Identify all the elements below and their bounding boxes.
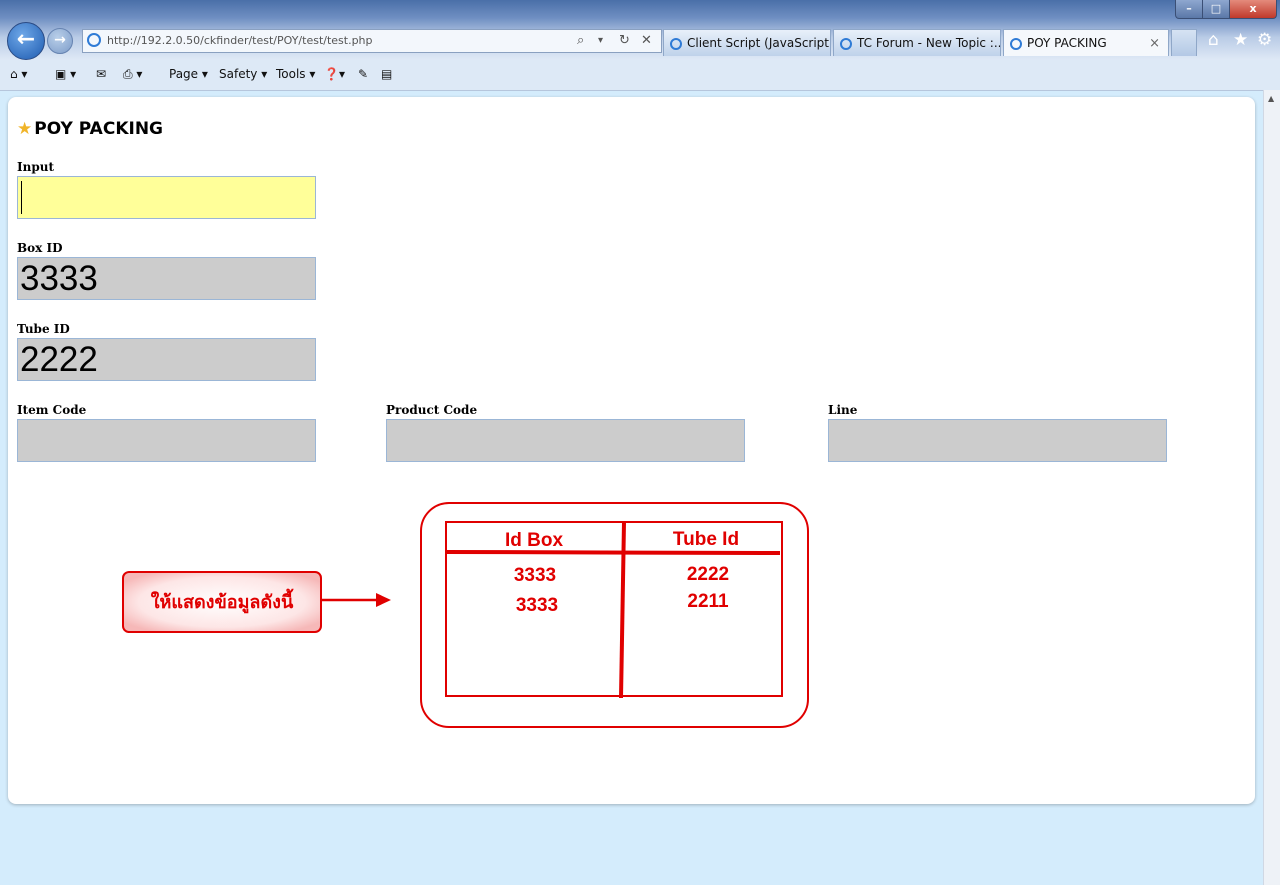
- tab-client-script[interactable]: Client Script (JavaScript, ...: [663, 29, 831, 56]
- ie-favicon-icon: [1010, 38, 1022, 50]
- vertical-scrollbar[interactable]: ▲: [1263, 90, 1280, 885]
- address-bar[interactable]: http://192.2.0.50/ckfinder/test/POY/test…: [82, 29, 662, 53]
- line-field[interactable]: [828, 419, 1167, 462]
- tube-id-label: Tube ID: [17, 322, 70, 336]
- research-icon[interactable]: ✎: [358, 67, 368, 81]
- tab-tc-forum[interactable]: TC Forum - New Topic :...: [833, 29, 1001, 56]
- product-code-field[interactable]: [386, 419, 745, 462]
- tab-label: TC Forum - New Topic :...: [857, 36, 1001, 50]
- product-code-label: Product Code: [386, 403, 478, 417]
- scroll-up-arrow-icon[interactable]: ▲: [1268, 94, 1274, 103]
- tab-label: Client Script (JavaScript, ...: [687, 36, 831, 50]
- page-title: ★ POY PACKING: [17, 119, 163, 139]
- home-menu-icon[interactable]: ⌂ ▾: [10, 67, 27, 81]
- forward-button[interactable]: →: [47, 28, 73, 54]
- command-bar: ⌂ ▾ ▣ ▾ ✉ ⎙ ▾ Page ▾ Safety ▾ Tools ▾ ❓▾…: [0, 60, 1280, 91]
- close-window-button[interactable]: x: [1229, 0, 1277, 19]
- box-id-label: Box ID: [17, 241, 63, 255]
- ie-favicon-icon: [840, 38, 852, 50]
- minimize-button[interactable]: –: [1175, 0, 1203, 19]
- input-field[interactable]: [17, 176, 316, 219]
- refresh-icon[interactable]: ↻: [619, 30, 630, 52]
- star-icon: ★: [17, 119, 33, 139]
- line-label: Line: [828, 403, 858, 417]
- browser-titlebar: – □ x ← → http://192.2.0.50/ckfinder/tes…: [0, 0, 1280, 60]
- favorites-star-icon[interactable]: ★: [1233, 30, 1248, 50]
- gear-icon[interactable]: ⚙: [1257, 30, 1272, 50]
- back-button[interactable]: ←: [7, 22, 45, 60]
- home-icon[interactable]: ⌂: [1208, 30, 1219, 50]
- search-icon[interactable]: ⌕: [577, 30, 584, 52]
- item-code-field[interactable]: [17, 419, 316, 462]
- maximize-button[interactable]: □: [1202, 0, 1230, 19]
- print-menu-icon[interactable]: ⎙ ▾: [123, 67, 142, 82]
- input-label: Input: [17, 160, 54, 174]
- page-title-text: POY PACKING: [34, 119, 163, 139]
- address-dropdown-icon[interactable]: ▾: [598, 30, 603, 52]
- tube-id-field[interactable]: 2222: [17, 338, 316, 381]
- mail-icon[interactable]: ✉: [96, 67, 106, 81]
- box-id-field[interactable]: 3333: [17, 257, 316, 300]
- arrow-left-icon: ←: [16, 27, 36, 52]
- page-menu[interactable]: Page ▾: [169, 67, 208, 81]
- address-url[interactable]: http://192.2.0.50/ckfinder/test/POY/test…: [107, 30, 373, 52]
- translate-icon[interactable]: ▤: [381, 67, 392, 81]
- tools-menu[interactable]: Tools ▾: [276, 67, 315, 81]
- tab-poy-packing[interactable]: POY PACKING ×: [1003, 29, 1169, 56]
- arrow-right-icon: →: [54, 32, 66, 48]
- tab-label: POY PACKING: [1027, 36, 1107, 50]
- safety-menu[interactable]: Safety ▾: [219, 67, 267, 81]
- text-caret: [21, 181, 22, 214]
- stop-icon[interactable]: ✕: [641, 30, 652, 52]
- tab-close-icon[interactable]: ×: [1149, 30, 1160, 56]
- ie-favicon-icon: [670, 38, 682, 50]
- new-tab-button[interactable]: [1171, 29, 1197, 56]
- feeds-menu-icon[interactable]: ▣ ▾: [55, 67, 76, 81]
- item-code-label: Item Code: [17, 403, 87, 417]
- ie-favicon-icon: [87, 33, 101, 47]
- help-menu-icon[interactable]: ❓▾: [324, 67, 345, 81]
